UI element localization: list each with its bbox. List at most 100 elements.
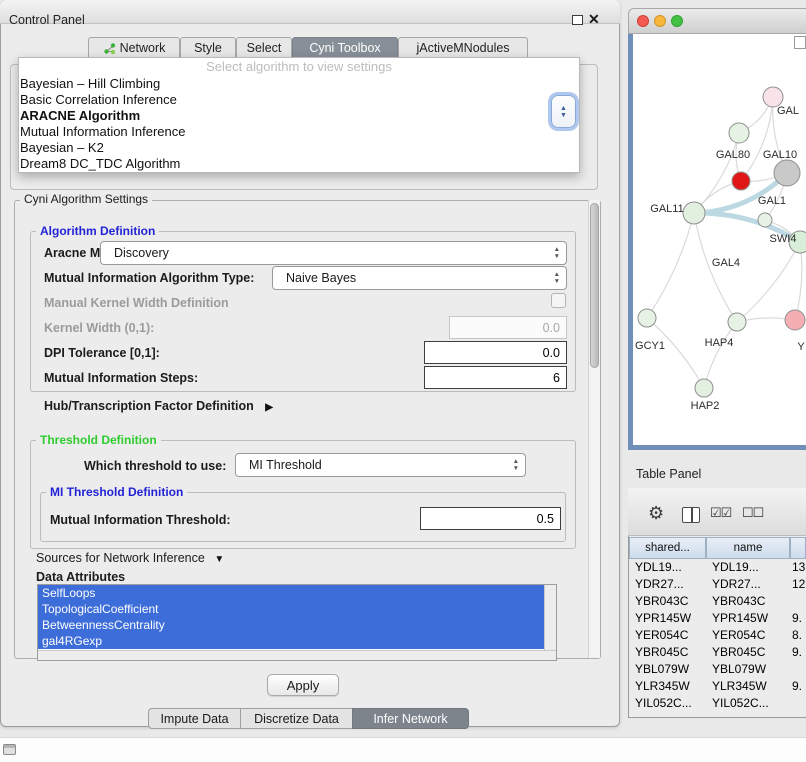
tab-style[interactable]: Style	[180, 37, 236, 59]
zoom-traffic-light[interactable]	[671, 15, 683, 27]
network-node-label: GAL10	[763, 149, 797, 161]
sources-section-label: Sources for Network Inference	[36, 551, 205, 565]
network-edge[interactable]	[704, 322, 737, 388]
algorithm-option-selected[interactable]: ARACNE Algorithm	[19, 108, 579, 124]
table-cell[interactable]: 12	[792, 576, 805, 593]
algorithm-option[interactable]: Basic Correlation Inference	[19, 92, 579, 108]
column-header-name[interactable]: name	[706, 537, 790, 559]
network-node[interactable]	[638, 309, 656, 327]
which-threshold-combobox[interactable]: MI Threshold ▲▼	[235, 453, 526, 477]
tab-select[interactable]: Select	[236, 37, 292, 59]
table-cell[interactable]: YPR145W	[712, 610, 788, 627]
minimized-panel-icon[interactable]	[3, 744, 16, 755]
mi-algorithm-type-combobox[interactable]: Naive Bayes ▲▼	[272, 266, 567, 290]
algorithm-combobox-arrow[interactable]: ▲ ▼	[551, 95, 576, 128]
table-cell[interactable]: 13	[792, 559, 805, 576]
network-node[interactable]	[758, 213, 772, 227]
sources-section-header[interactable]: Sources for Network Inference ▼	[36, 551, 224, 565]
manual-kernel-width-checkbox[interactable]	[551, 293, 566, 308]
table-cell[interactable]: YDL19...	[712, 559, 788, 576]
table-cell[interactable]: YBR043C	[635, 593, 705, 610]
select-all-columns-icon[interactable]: ☑☑	[710, 505, 731, 521]
table-cell[interactable]: YER054C	[712, 627, 788, 644]
close-traffic-light[interactable]	[637, 15, 649, 27]
control-panel-titlebar[interactable]	[0, 0, 620, 24]
table-cell[interactable]: YBR043C	[712, 593, 788, 610]
table-cell[interactable]: YBR045C	[712, 644, 788, 661]
mi-steps-input[interactable]	[424, 366, 567, 389]
column-header-partial[interactable]	[790, 537, 806, 559]
network-edge[interactable]	[795, 242, 802, 320]
network-node[interactable]	[695, 379, 713, 397]
hub-section-header[interactable]: Hub/Transcription Factor Definition ▶	[44, 399, 273, 413]
table-cell[interactable]: YBL079W	[712, 661, 788, 678]
network-node[interactable]	[732, 172, 750, 190]
network-node[interactable]	[785, 310, 805, 330]
algorithm-option[interactable]: Dream8 DC_TDC Algorithm	[19, 156, 579, 172]
list-item-selected[interactable]: TopologicalCoefficient	[38, 601, 545, 617]
network-edge[interactable]	[647, 318, 704, 388]
table-cell[interactable]: YER054C	[635, 627, 705, 644]
list-vertical-scrollbar[interactable]	[544, 585, 556, 650]
close-icon[interactable]: ✕	[588, 11, 600, 28]
combo-arrows-icon: ▲▼	[513, 458, 519, 472]
network-edge[interactable]	[647, 213, 694, 318]
aracne-mode-combobox[interactable]: Discovery ▲▼	[100, 241, 567, 265]
table-cell[interactable]: YPR145W	[635, 610, 705, 627]
network-node[interactable]	[763, 87, 783, 107]
tab-network[interactable]: Network	[88, 37, 180, 59]
network-node[interactable]	[774, 160, 800, 186]
network-node[interactable]	[683, 202, 705, 224]
algorithm-dropdown-popup: Select algorithm to view settings Bayesi…	[18, 57, 580, 173]
tab-jactivemnodules[interactable]: jActiveMNodules	[398, 37, 528, 59]
table-cell[interactable]: 9.	[792, 644, 805, 661]
minimize-traffic-light[interactable]	[654, 15, 666, 27]
table-cell[interactable]	[792, 593, 805, 610]
tab-impute-data[interactable]: Impute Data	[148, 708, 241, 729]
apply-button[interactable]: Apply	[267, 674, 339, 696]
column-header-shared[interactable]: shared...	[629, 537, 706, 559]
network-canvas[interactable]: GALGAL80GAL10GAL11GAL1SWI4GAL4GCY1HAP4HA…	[633, 34, 806, 445]
table-cell[interactable]: YDL19...	[635, 559, 705, 576]
tab-discretize-data[interactable]: Discretize Data	[240, 708, 353, 729]
apply-button-label: Apply	[287, 678, 320, 693]
network-node-label: GAL1	[758, 195, 786, 207]
tab-infer-network[interactable]: Infer Network	[352, 708, 469, 729]
algorithm-option[interactable]: Bayesian – Hill Climbing	[19, 76, 579, 92]
list-item-selected[interactable]: gal4RGexp	[38, 633, 545, 649]
mi-threshold-input[interactable]	[420, 507, 561, 530]
settings-scrollbar-thumb[interactable]	[590, 203, 599, 368]
table-cell[interactable]: YIL052C...	[712, 695, 788, 712]
dpi-tolerance-label: DPI Tolerance [0,1]:	[44, 346, 160, 360]
gear-icon[interactable]: ⚙	[648, 503, 664, 524]
algorithm-option[interactable]: Bayesian – K2	[19, 140, 579, 156]
table-cell[interactable]: YDR27...	[712, 576, 788, 593]
columns-icon[interactable]	[682, 507, 700, 523]
deselect-all-columns-icon[interactable]: ☐☐	[742, 505, 763, 521]
table-cell[interactable]: YLR345W	[712, 678, 788, 695]
dpi-tolerance-input[interactable]	[424, 341, 567, 364]
table-cell[interactable]: 9.	[792, 610, 805, 627]
table-cell[interactable]	[792, 695, 805, 712]
list-horizontal-scrollbar[interactable]	[38, 650, 556, 660]
table-cell[interactable]: YDR27...	[635, 576, 705, 593]
table-cell[interactable]: YBL079W	[635, 661, 705, 678]
table-cell[interactable]: 9.	[792, 678, 805, 695]
algorithm-option[interactable]: Mutual Information Inference	[19, 124, 579, 140]
network-edge[interactable]	[737, 242, 800, 322]
which-threshold-value: MI Threshold	[249, 458, 322, 472]
table-cell[interactable]: YIL052C...	[635, 695, 705, 712]
list-item-selected[interactable]: BetweennessCentrality	[38, 617, 545, 633]
table-cell[interactable]: 8.	[792, 627, 805, 644]
tab-cyni-toolbox[interactable]: Cyni Toolbox	[292, 37, 398, 59]
table-cell[interactable]	[792, 661, 805, 678]
float-window-icon[interactable]	[572, 15, 583, 25]
tab-label: Infer Network	[373, 712, 447, 726]
table-cell[interactable]: YLR345W	[635, 678, 705, 695]
table-cell[interactable]: YBR045C	[635, 644, 705, 661]
network-node[interactable]	[728, 313, 746, 331]
network-edge[interactable]	[694, 133, 739, 213]
list-item-selected[interactable]: SelfLoops	[38, 585, 545, 601]
kernel-width-input[interactable]	[449, 316, 567, 339]
network-node[interactable]	[729, 123, 749, 143]
